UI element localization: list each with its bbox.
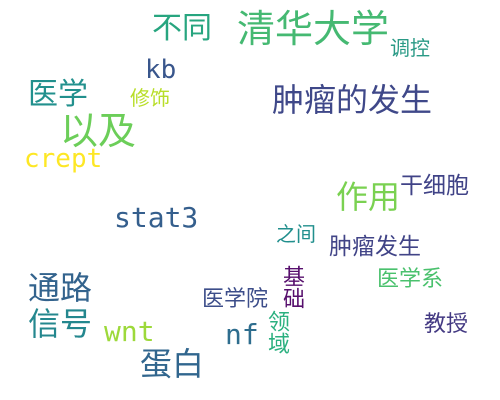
word-zuoyong: 作用 [336,178,401,216]
word-tiaokong: 调控 [390,36,430,60]
word-crept: crept [24,144,103,174]
word-tonglu: 通路 [28,269,93,307]
word-ganxibao: 干细胞 [400,173,469,199]
word-stat3: stat3 [114,201,199,234]
word-jichu: 基础 [279,265,304,309]
word-qinghua-daxue: 清华大学 [237,7,390,51]
word-zhongliu-de-fasheng: 肿瘤的发生 [272,81,433,119]
word-xiushi: 修饰 [130,86,170,110]
word-zhijian: 之间 [276,222,316,246]
word-jiaoshou: 教授 [424,312,469,337]
word-yixue: 医学 [28,77,88,112]
word-xinhao: 信号 [28,305,93,343]
word-wnt: wnt [104,315,155,348]
word-kb: kb [145,55,177,85]
word-zhongliu-fasheng: 肿瘤发生 [329,234,421,260]
word-yixuexi: 医学系 [377,267,444,292]
word-danbai: 蛋白 [140,345,205,383]
word-yixueyuan: 医学院 [202,287,269,312]
word-butong: 不同 [152,11,212,46]
word-lingyu: 领域 [264,310,289,354]
word-cloud: 不同 清华大学 调控 kb 医学 修饰 肿瘤的发生 以及 crept 干细胞 作… [0,0,500,400]
word-nf: nf [225,318,259,351]
